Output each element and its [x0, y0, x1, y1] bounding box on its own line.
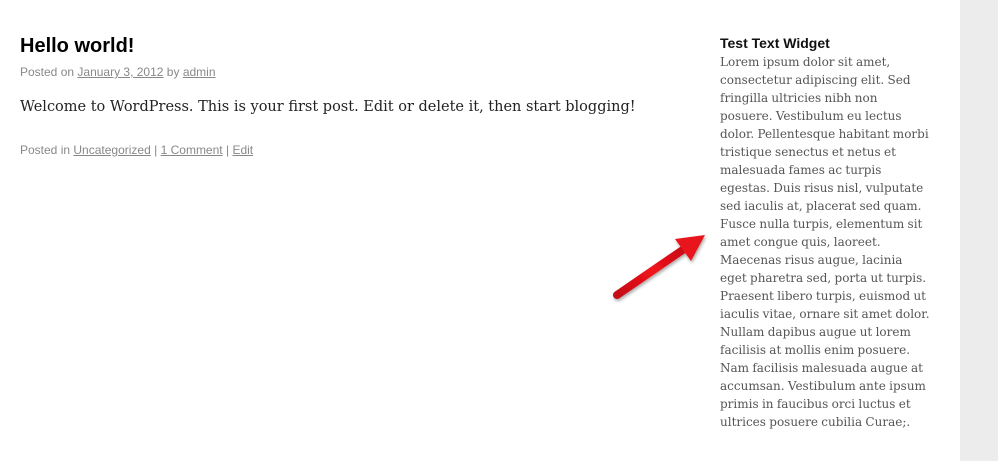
red-arrow-icon	[613, 235, 705, 299]
post: Hello world! Posted on January 3, 2012 b…	[20, 32, 660, 158]
edit-link[interactable]: Edit	[232, 143, 253, 157]
post-content: Welcome to WordPress. This is your first…	[20, 99, 636, 115]
author-link[interactable]: admin	[183, 65, 216, 79]
widget-text: Lorem ipsum dolor sit amet, consectetur …	[720, 55, 930, 429]
by-label: by	[166, 65, 180, 79]
text-widget: Test Text Widget Lorem ipsum dolor sit a…	[720, 35, 930, 431]
post-title[interactable]: Hello world!	[20, 32, 660, 60]
posted-on-label: Posted on	[20, 65, 75, 79]
right-gutter	[960, 0, 998, 461]
posted-in-label: Posted in	[20, 143, 71, 157]
page: Hello world! Posted on January 3, 2012 b…	[0, 0, 998, 461]
footer-separator: |	[225, 143, 230, 157]
footer-separator: |	[154, 143, 158, 157]
post-footer: Posted in Uncategorized | 1 Comment | Ed…	[20, 142, 660, 158]
category-link[interactable]: Uncategorized	[73, 143, 150, 157]
comments-link[interactable]: 1 Comment	[161, 143, 223, 157]
post-meta: Posted on January 3, 2012 by admin	[20, 64, 660, 80]
widget-title: Test Text Widget	[720, 35, 830, 51]
post-date-link[interactable]: January 3, 2012	[77, 65, 163, 79]
